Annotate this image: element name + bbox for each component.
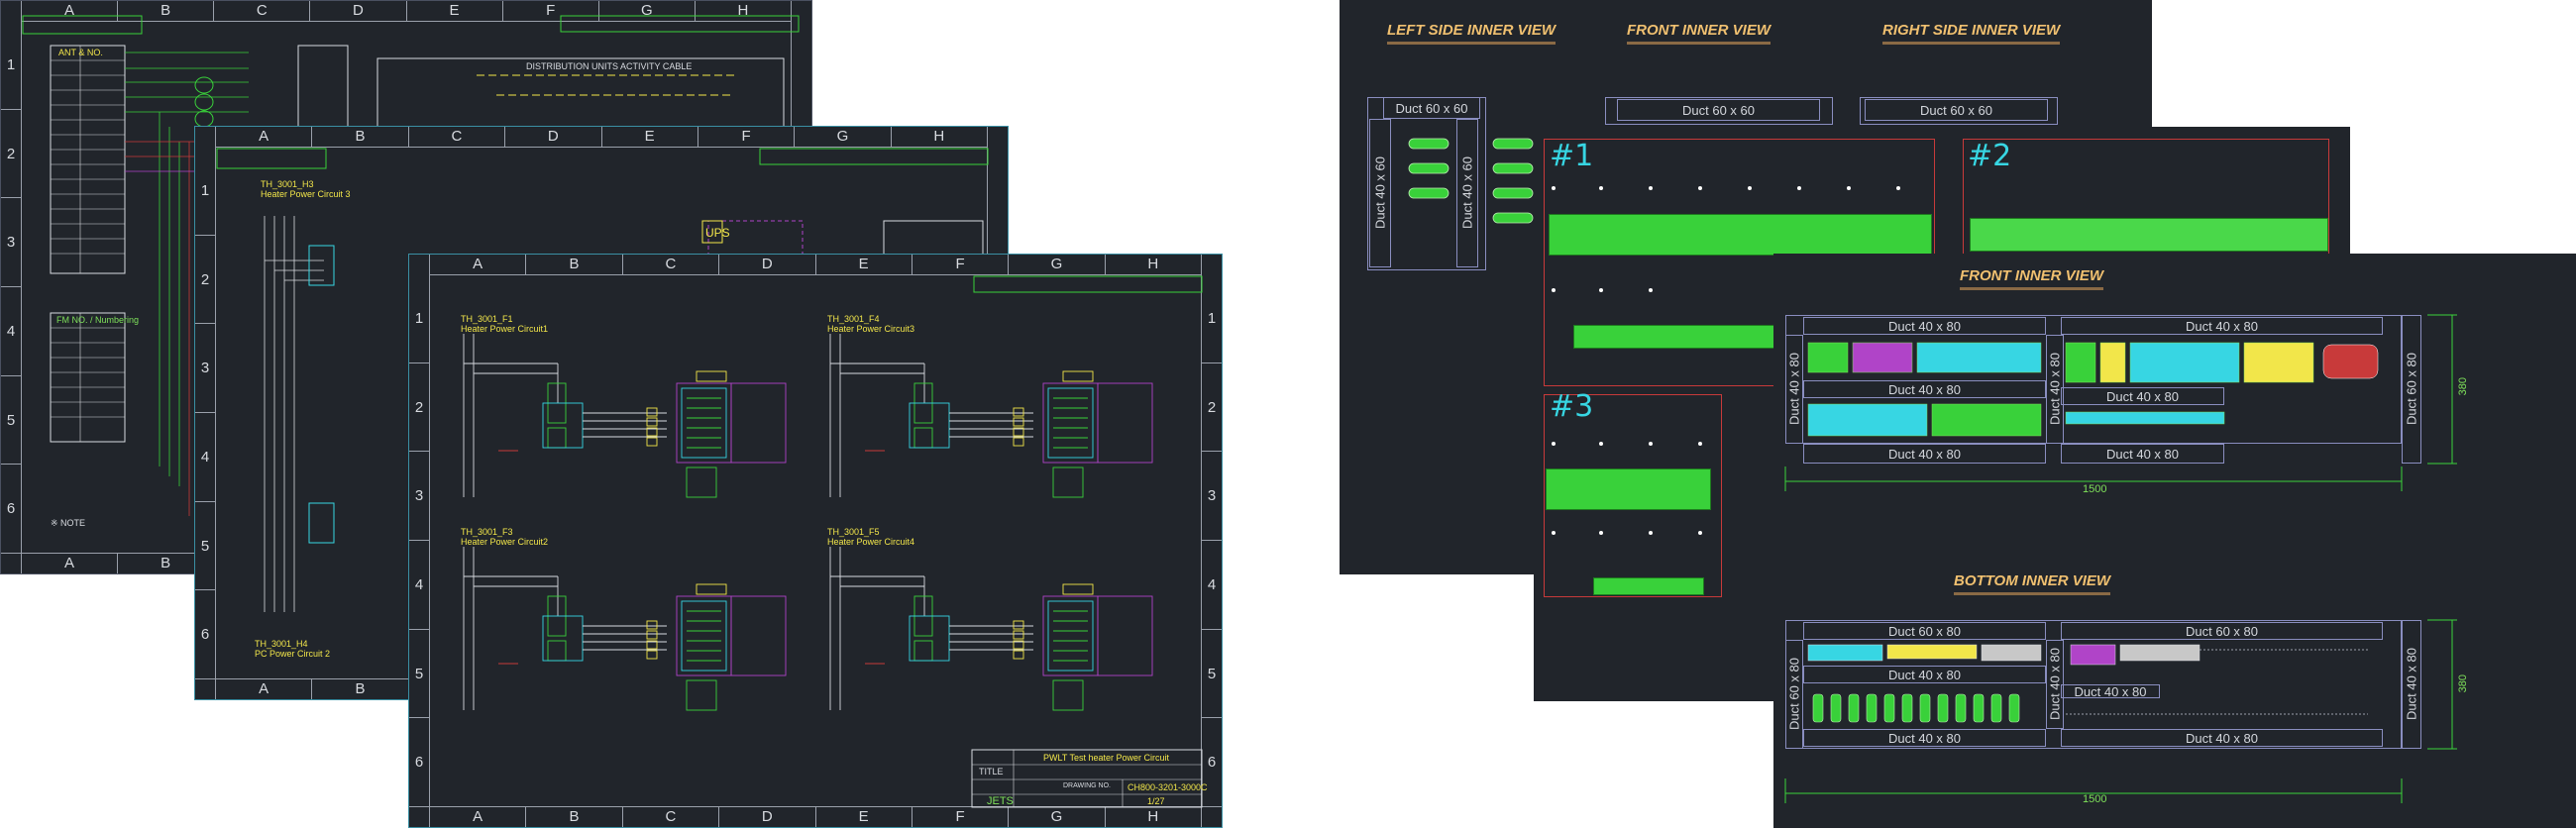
- numbering-label: FM NO. / Numbering: [56, 315, 140, 325]
- sheet2-bottom-id: TH_3001_H4: [255, 639, 308, 649]
- bottom-inner-components: [1784, 619, 2457, 803]
- circuit-f3-title: Heater Power Circuit2: [461, 537, 549, 547]
- sheet2-circuit-title: Heater Power Circuit 3: [261, 189, 351, 199]
- circuit-f1-title: Heater Power Circuit1: [461, 324, 549, 334]
- titleblock-dwg-no: CH800-3201-3000C: [1127, 782, 1208, 792]
- note-title: ※ NOTE: [51, 518, 86, 528]
- ups-label: UPS: [705, 226, 730, 240]
- distribution-title: DISTRIBUTION UNITS ACTIVITY CABLE: [526, 61, 693, 71]
- schematic-sheet-3: ABCDEFGH ABCDEFGH 123456 123456 TH_3001_…: [408, 254, 1223, 828]
- sheet2-bottom-title: PC Power Circuit 2: [255, 649, 331, 659]
- titleblock-dwg-label: DRAWING NO.: [1063, 782, 1111, 789]
- circuit-f5-id: TH_3001_F5: [827, 527, 880, 537]
- sheet2-circuit-id: TH_3001_H3: [261, 179, 314, 189]
- titleblock-logo: JETS: [987, 795, 1014, 807]
- titleblock-title: PWLT Test heater Power Circuit: [1043, 753, 1170, 763]
- circuit-f3-id: TH_3001_F3: [461, 527, 513, 537]
- bottom-height-dimension: 380: [2457, 674, 2469, 693]
- bottom-width-dimension: 1500: [2083, 793, 2107, 805]
- titleblock-title-label: TITLE: [979, 767, 1004, 777]
- circuit-f5-title: Heater Power Circuit4: [827, 537, 915, 547]
- titleblock-sheet: 1/27: [1147, 796, 1165, 806]
- circuit-f4-title: Heater Power Circuit3: [827, 324, 915, 334]
- circuit-f1-id: TH_3001_F1: [461, 314, 513, 324]
- header-block-label: ANT & NO.: [58, 48, 103, 57]
- circuit-f4-id: TH_3001_F4: [827, 314, 880, 324]
- panel-layout-sheet-3: FRONT INNER VIEW BOTTOM INNER VIEW Duct …: [1773, 254, 2576, 828]
